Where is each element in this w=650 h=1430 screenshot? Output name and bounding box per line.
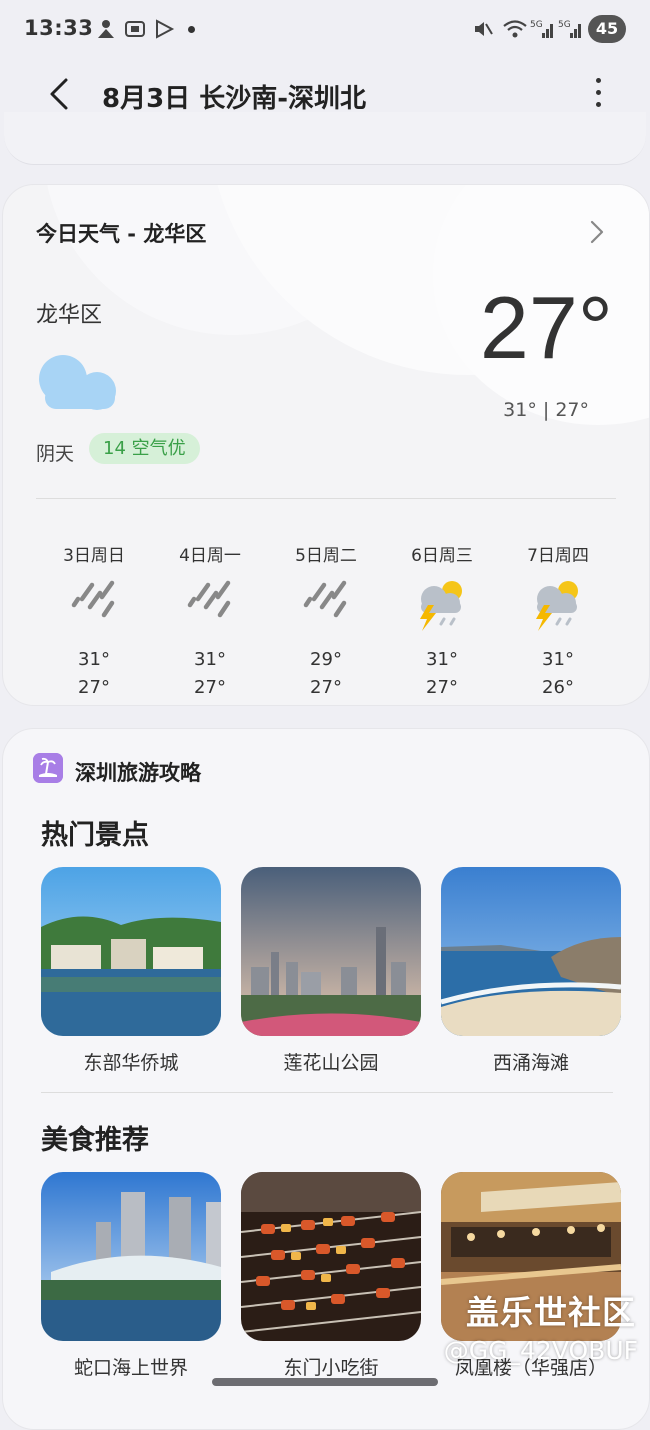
forecast-high: 29° [310, 649, 342, 670]
forecast-day: 7日周四 31° 26° [500, 541, 616, 705]
food-image [41, 1172, 221, 1341]
attraction-tile[interactable]: 东部华侨城 [41, 867, 221, 1075]
attraction-tile[interactable]: 西涌海滩 [441, 867, 621, 1075]
travel-guide-icon [33, 753, 63, 783]
attraction-name: 西涌海滩 [492, 1052, 569, 1074]
forecast-high: 31° [194, 649, 226, 670]
forecast-low: 26° [542, 677, 574, 698]
rain-icon [303, 580, 347, 618]
forecast-low: 27° [194, 677, 226, 698]
forecast-day: 3日周日 31° 27° [36, 541, 152, 705]
thunderstorm-icon [420, 581, 462, 631]
forecast-row: 3日周日 31° 27° 4日周一 31° 27° 5日周二 29° 27° 6… [36, 541, 616, 705]
temperature-range: 31° | 27° [503, 399, 589, 421]
forecast-low: 27° [78, 677, 110, 698]
forecast-date: 3日周日 [63, 546, 125, 566]
forecast-date: 5日周二 [295, 546, 357, 566]
food-tile[interactable]: 东门小吃街 [241, 1172, 421, 1380]
home-indicator[interactable] [212, 1378, 438, 1386]
chevron-right-icon[interactable] [589, 219, 605, 245]
weather-condition: 阴天 [36, 443, 75, 465]
status-bar: 13:33 5G 5G 45 [0, 0, 650, 60]
watermark-handle: @GG_42VOBUF [443, 1336, 638, 1365]
food-image [241, 1172, 421, 1341]
section-title-food: 美食推荐 [41, 1125, 149, 1156]
previous-card-edge [4, 112, 646, 165]
rain-icon [187, 580, 231, 618]
forecast-date: 4日周一 [179, 546, 241, 566]
forecast-low: 27° [310, 677, 342, 698]
attraction-image [41, 867, 221, 1036]
forecast-high: 31° [542, 649, 574, 670]
travel-guide-title: 深圳旅游攻略 [75, 761, 201, 785]
page-title: 8月3日 长沙南-深圳北 [102, 84, 367, 114]
forecast-high: 31° [78, 649, 110, 670]
mute-icon [475, 22, 493, 36]
svg-text:5G: 5G [558, 20, 571, 30]
status-time: 13:33 [24, 16, 94, 40]
weather-location: 龙华区 [36, 303, 103, 328]
weather-card-title: 今日天气 - 龙华区 [36, 222, 207, 246]
play-store-icon [156, 19, 175, 39]
food-name: 蛇口海上世界 [73, 1357, 188, 1379]
forecast-day: 4日周一 31° 27° [152, 541, 268, 705]
thunderstorm-icon [536, 581, 578, 631]
forecast-date: 6日周三 [411, 546, 473, 566]
food-tile[interactable]: 蛇口海上世界 [41, 1172, 221, 1380]
divider [36, 498, 616, 499]
wifi-icon [503, 20, 527, 38]
weather-card[interactable]: 今日天气 - 龙华区 龙华区 27° 31° | 27° 阴天 14 空气优 3… [2, 184, 650, 706]
attraction-image [441, 867, 621, 1036]
person-icon [98, 20, 114, 38]
forecast-low: 27° [426, 677, 458, 698]
notification-dot [188, 26, 195, 33]
rain-icon [71, 580, 115, 618]
attraction-tile[interactable]: 莲花山公园 [241, 867, 421, 1075]
food-name: 东门小吃街 [283, 1357, 379, 1379]
forecast-date: 7日周四 [527, 546, 589, 566]
attraction-name: 东部华侨城 [83, 1052, 179, 1074]
aqi-badge: 14 空气优 [89, 433, 200, 464]
signal-5g-icon-2: 5G [558, 20, 581, 38]
current-temperature: 27° [479, 278, 613, 377]
more-options-icon[interactable] [592, 78, 604, 112]
battery-indicator: 45 [588, 15, 626, 43]
section-title-attractions: 热门景点 [41, 820, 149, 851]
cloud-icon [39, 355, 116, 410]
forecast-day: 6日周三 31° 27° [384, 541, 500, 705]
signal-5g-icon: 5G [530, 20, 553, 38]
svg-text:5G: 5G [530, 20, 543, 30]
forecast-day: 5日周二 29° 27° [268, 541, 384, 705]
watermark-title: 盖乐世社区 [466, 1293, 636, 1332]
back-arrow-icon[interactable] [44, 76, 76, 112]
attraction-name: 莲花山公园 [283, 1052, 379, 1074]
attractions-list: 东部华侨城 莲花山公园 西涌海滩 [41, 867, 621, 1097]
screenshot-icon [125, 21, 145, 37]
attraction-image [241, 867, 421, 1036]
divider [41, 1092, 613, 1093]
forecast-high: 31° [426, 649, 458, 670]
